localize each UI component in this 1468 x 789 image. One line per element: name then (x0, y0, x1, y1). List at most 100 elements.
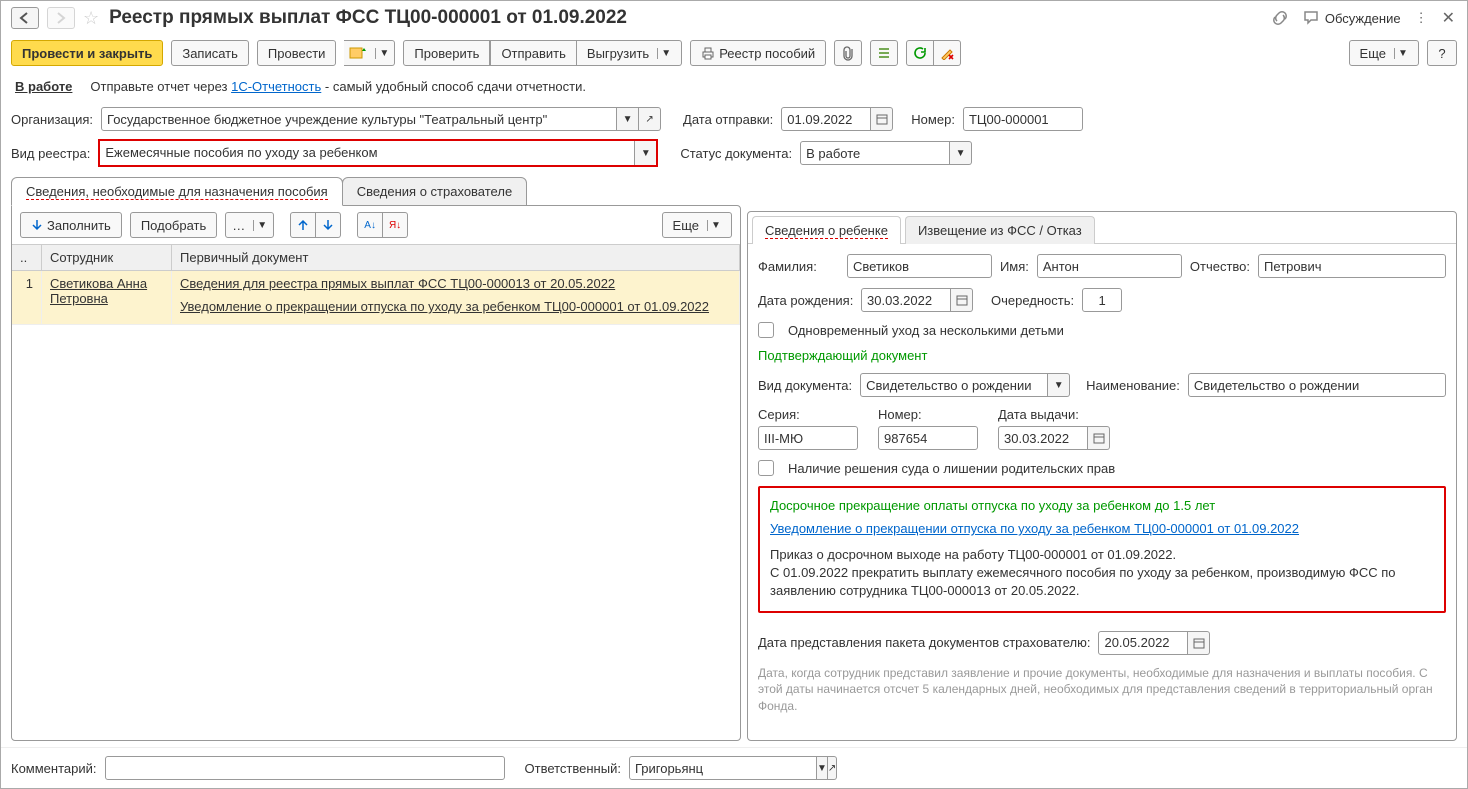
calendar-icon (876, 113, 888, 125)
registry-button[interactable]: Реестр пособий (690, 40, 826, 66)
arrow-up-icon (297, 219, 309, 231)
refresh-icon (913, 46, 927, 60)
table-row[interactable]: 1 Светикова Анна Петровна Сведения для р… (12, 271, 740, 325)
responsible-input[interactable] (629, 756, 817, 780)
kind-label: Вид реестра: (11, 146, 90, 161)
order-input[interactable] (1082, 288, 1122, 312)
nav-forward-button[interactable] (47, 7, 75, 29)
pick-button[interactable]: Подобрать (130, 212, 217, 238)
confirm-doc-section: Подтверждающий документ (758, 348, 1446, 363)
doc-status-input[interactable] (800, 141, 950, 165)
send-date-input[interactable] (781, 107, 871, 131)
send-date-calendar-button[interactable] (871, 107, 893, 131)
ddate-input[interactable] (998, 426, 1088, 450)
lastname-label: Фамилия: (758, 259, 839, 274)
early-notice-link[interactable]: Уведомление о прекращении отпуска по ухо… (770, 521, 1434, 536)
rtab-fss-notice[interactable]: Извещение из ФСС / Отказ (905, 216, 1095, 244)
arrow-down-icon (31, 219, 43, 231)
page-title: Реестр прямых выплат ФСС ТЦ00-000001 от … (109, 7, 627, 29)
firstname-label: Имя: (1000, 259, 1029, 274)
favorite-star-icon[interactable]: ☆ (83, 8, 99, 29)
fill-button[interactable]: Заполнить (20, 212, 122, 238)
link-icon[interactable] (1269, 7, 1291, 29)
tab-benefit-info[interactable]: Сведения, необходимые для назначения пос… (11, 177, 343, 206)
bdate-calendar-button[interactable] (951, 288, 973, 312)
doctype-dropdown-button[interactable]: ▼ (1048, 373, 1070, 397)
bdate-label: Дата рождения: (758, 293, 853, 308)
menu-dots-icon[interactable]: ⋮ (1413, 8, 1430, 28)
doc-status-dropdown-button[interactable]: ▼ (950, 141, 972, 165)
fss-menu-button[interactable]: ▼ (344, 40, 395, 66)
order-label: Очередность: (991, 293, 1074, 308)
dnum-label: Номер: (878, 407, 978, 422)
sort-desc-button[interactable]: Я↓ (383, 212, 408, 238)
status-state-link[interactable]: В работе (15, 79, 72, 94)
early-termination-panel: Досрочное прекращение оплаты отпуска по … (758, 486, 1446, 613)
ddate-label: Дата выдачи: (998, 407, 1110, 422)
org-dropdown-button[interactable]: ▼ (617, 107, 639, 131)
org-open-button[interactable]: ↗ (639, 107, 661, 131)
ddate-calendar-button[interactable] (1088, 426, 1110, 450)
kind-dropdown-button[interactable]: ▼ (634, 141, 656, 165)
refresh-button[interactable] (906, 40, 934, 66)
series-input[interactable] (758, 426, 858, 450)
tab-insurer-info[interactable]: Сведения о страхователе (342, 177, 527, 206)
sub-more-button[interactable]: Еще▼ (662, 212, 732, 238)
responsible-dropdown-button[interactable]: ▼ (817, 756, 828, 780)
more-menu-button[interactable]: Еще▼ (1349, 40, 1419, 66)
number-input[interactable] (963, 107, 1083, 131)
primary-doc-link-2[interactable]: Уведомление о прекращении отпуска по ухо… (180, 299, 709, 314)
doctype-input[interactable] (860, 373, 1048, 397)
early-title: Досрочное прекращение оплаты отпуска по … (770, 498, 1434, 513)
pack-date-label: Дата представления пакета документов стр… (758, 635, 1090, 650)
close-icon[interactable]: ✕ (1440, 6, 1457, 30)
kind-input[interactable] (100, 141, 634, 163)
discuss-icon[interactable]: Обсуждение (1301, 8, 1403, 28)
reporting-link[interactable]: 1С-Отчетность (231, 79, 321, 94)
primary-doc-link-1[interactable]: Сведения для реестра прямых выплат ФСС Т… (180, 276, 615, 291)
number-label: Номер: (911, 112, 955, 127)
sort-asc-button[interactable]: А↓ (357, 212, 383, 238)
post-and-close-button[interactable]: Провести и закрыть (11, 40, 163, 66)
status-hint: Отправьте отчет через 1С-Отчетность - са… (90, 79, 586, 94)
midname-label: Отчество: (1190, 259, 1250, 274)
send-button[interactable]: Отправить (490, 40, 576, 66)
calendar-icon (956, 294, 968, 306)
cancel-refresh-button[interactable] (934, 40, 961, 66)
midname-input[interactable] (1258, 254, 1446, 278)
nav-back-button[interactable] (11, 7, 39, 29)
upload-button[interactable]: Выгрузить▼ (577, 40, 682, 66)
pack-date-calendar-button[interactable] (1188, 631, 1210, 655)
org-input[interactable] (101, 107, 617, 131)
court-checkbox[interactable] (758, 460, 774, 476)
multi-care-checkbox[interactable] (758, 322, 774, 338)
attach-button[interactable] (834, 40, 862, 66)
court-label: Наличие решения суда о лишении родительс… (788, 461, 1115, 476)
comment-input[interactable] (105, 756, 505, 780)
docname-input[interactable] (1188, 373, 1446, 397)
doctype-label: Вид документа: (758, 378, 852, 393)
help-button[interactable]: ? (1427, 40, 1457, 66)
multi-care-label: Одновременный уход за несколькими детьми (788, 323, 1064, 338)
pack-date-hint: Дата, когда сотрудник представил заявлен… (758, 665, 1446, 715)
more-actions-button[interactable]: …▼ (225, 212, 274, 238)
bdate-input[interactable] (861, 288, 951, 312)
firstname-input[interactable] (1037, 254, 1182, 278)
docname-label: Наименование: (1086, 378, 1180, 393)
responsible-label: Ответственный: (525, 761, 621, 776)
comment-label: Комментарий: (11, 761, 97, 776)
responsible-open-button[interactable]: ↗ (828, 756, 837, 780)
save-button[interactable]: Записать (171, 40, 249, 66)
pack-date-input[interactable] (1098, 631, 1188, 655)
lastname-input[interactable] (847, 254, 992, 278)
check-button[interactable]: Проверить (403, 40, 490, 66)
list-button[interactable] (870, 40, 898, 66)
post-button[interactable]: Провести (257, 40, 337, 66)
dnum-input[interactable] (878, 426, 978, 450)
move-down-button[interactable] (316, 212, 341, 238)
doc-status-label: Статус документа: (680, 146, 792, 161)
employee-link[interactable]: Светикова Анна Петровна (50, 276, 147, 306)
move-up-button[interactable] (290, 212, 316, 238)
table-header: .. Сотрудник Первичный документ (12, 245, 740, 271)
rtab-child-info[interactable]: Сведения о ребенке (752, 216, 901, 244)
